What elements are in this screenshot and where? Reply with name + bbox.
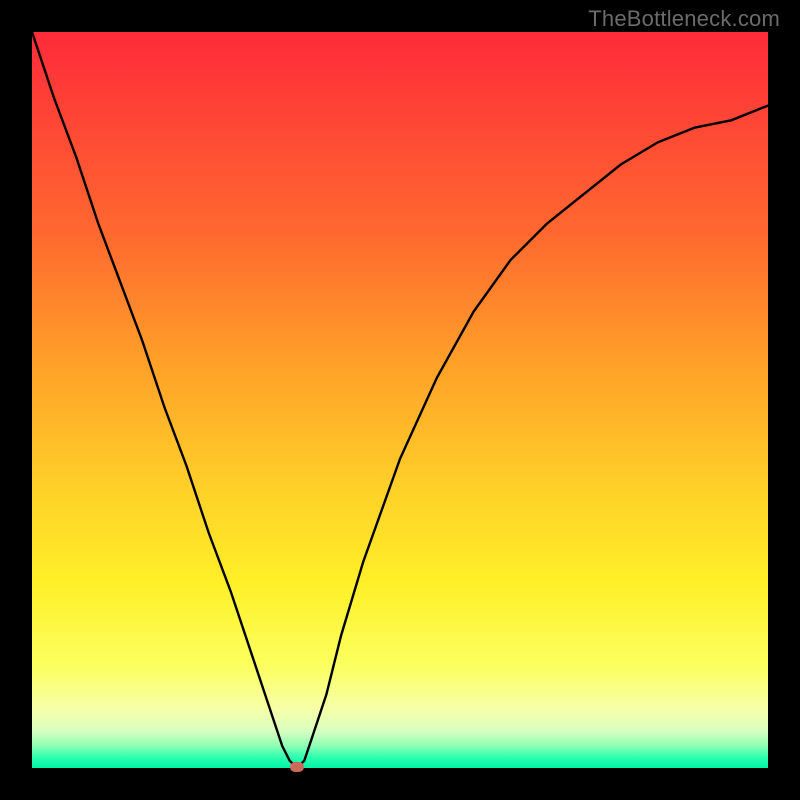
optimal-point-marker [290, 762, 304, 772]
bottleneck-curve [32, 32, 768, 768]
plot-area [32, 32, 768, 768]
chart-frame: TheBottleneck.com [0, 0, 800, 800]
watermark-text: TheBottleneck.com [588, 6, 780, 32]
curve-path [32, 32, 768, 768]
